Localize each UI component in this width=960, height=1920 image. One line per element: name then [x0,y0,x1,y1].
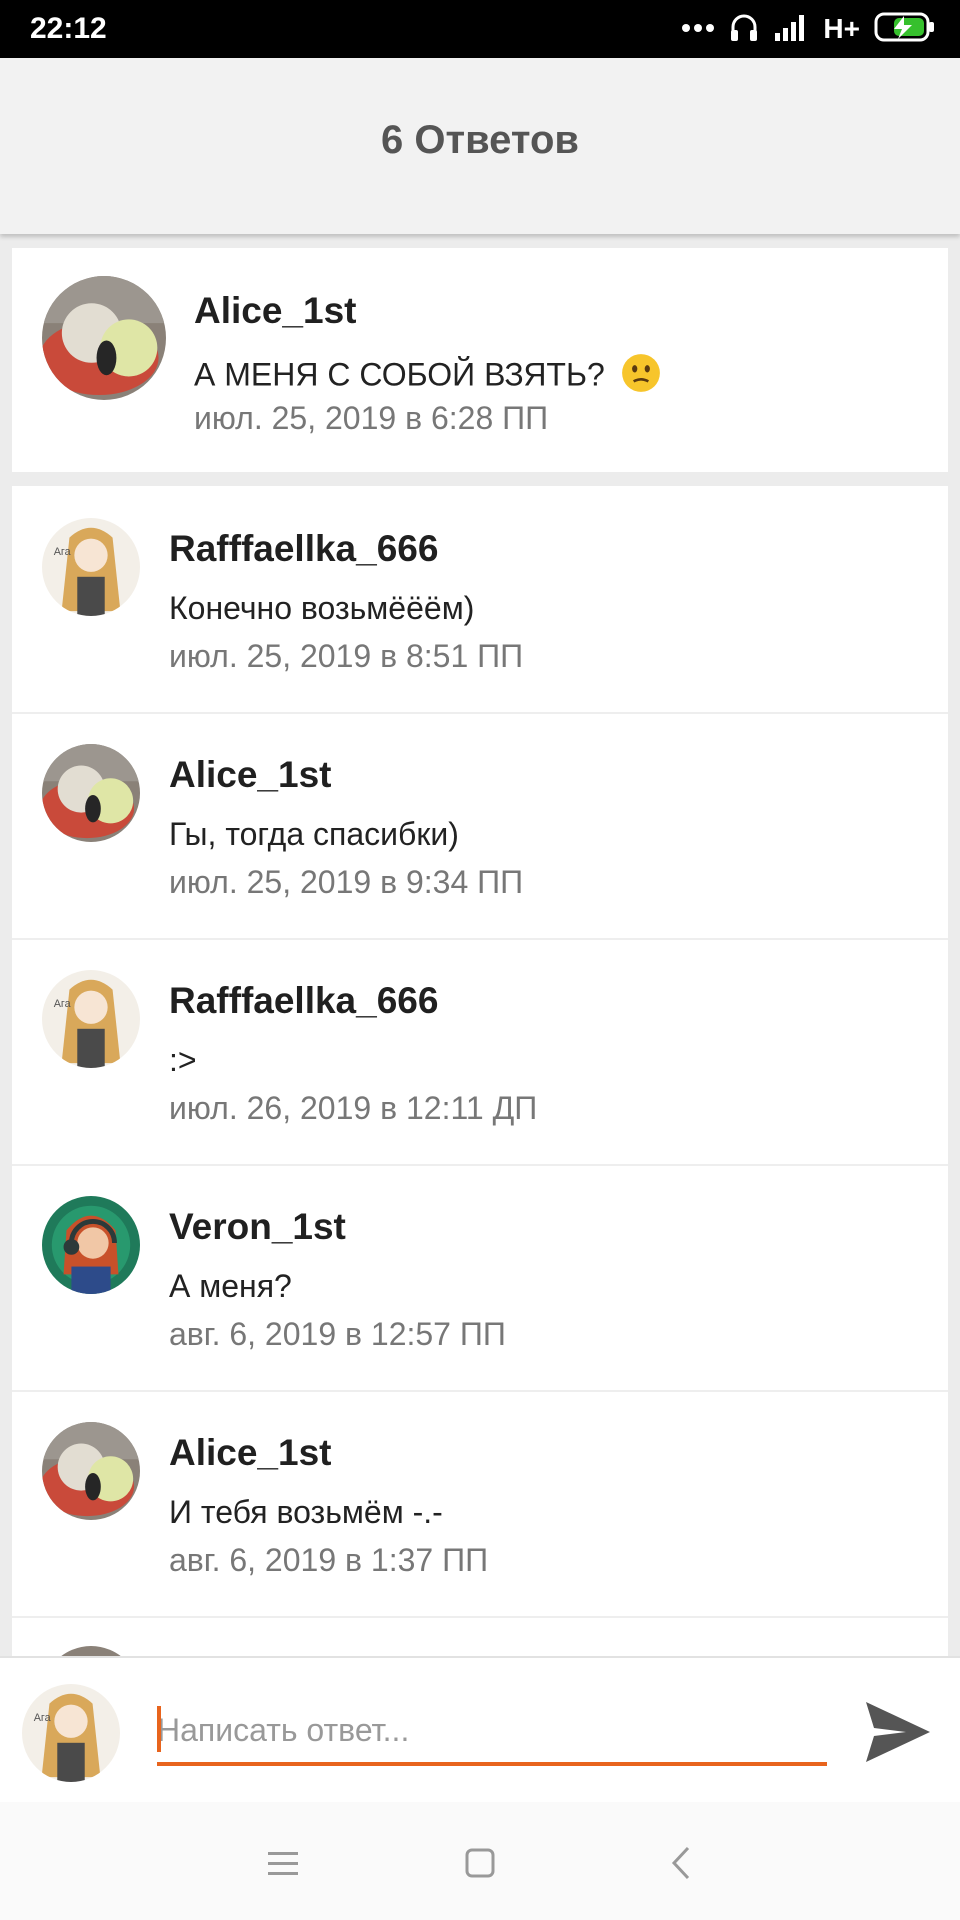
ice-cream-avatar[interactable] [42,1422,140,1520]
page-title: 6 Ответов [381,118,579,162]
ice-cream-avatar[interactable] [42,744,140,842]
home-icon[interactable] [455,1838,505,1888]
list-item: Ага Rafffaellka_666 Конечно возьмёёём) и… [12,486,948,714]
original-comment: Alice_1st А МЕНЯ С СОБОЙ ВЗЯТЬ? июл. 25,… [12,248,948,472]
list-item: Alice_1st Гы, тогда спасибки) июл. 25, 2… [12,712,948,940]
status-bar: 22:12 H+ [0,0,960,58]
network-type: H+ [823,13,860,44]
comment-text: Гы, тогда спасибки) [169,816,459,852]
reply-composer: Ага [0,1656,960,1804]
reply-input[interactable] [157,1698,827,1766]
svg-text:Ага: Ага [54,998,71,1010]
list-item [12,1616,948,1656]
current-user-avatar[interactable]: Ага [22,1684,120,1782]
battery-charging-icon [874,12,936,47]
comment-text-content: А МЕНЯ С СОБОЙ ВЗЯТЬ? [194,356,605,393]
list-item: Ага Rafffaellka_666 :> июл. 26, 2019 в 1… [12,938,948,1166]
author-name[interactable]: Alice_1st [169,1432,332,1474]
svg-text:Ага: Ага [54,546,71,558]
author-name[interactable]: Alice_1st [194,290,357,332]
system-nav-bar [0,1802,960,1920]
menu-icon[interactable] [258,1838,308,1888]
comment-timestamp: июл. 25, 2019 в 6:28 ПП [194,400,549,436]
status-time: 22:12 [30,12,107,45]
confused-face-emoji [620,352,662,402]
comment-timestamp: авг. 6, 2019 в 1:37 ПП [169,1542,489,1578]
back-icon[interactable] [658,1838,708,1888]
comment-timestamp: июл. 25, 2019 в 9:34 ПП [169,864,524,900]
send-icon [866,1702,930,1762]
author-name[interactable]: Rafffaellka_666 [169,528,438,570]
ice-cream-avatar[interactable] [42,276,166,400]
svg-text:Ага: Ага [34,1712,51,1724]
top-app-bar: 6 Ответов [0,58,960,234]
send-button[interactable] [862,1696,934,1768]
comment-timestamp: июл. 25, 2019 в 8:51 ПП [169,638,524,674]
comment-text: :> [169,1042,197,1078]
headphones-icon [729,11,759,48]
list-item: Alice_1st И тебя возьмём -.- авг. 6, 201… [12,1390,948,1618]
anime-girl-avatar[interactable]: Ага [42,518,140,616]
text-cursor [157,1706,161,1752]
partial-avatar[interactable] [42,1646,140,1656]
comment-timestamp: июл. 26, 2019 в 12:11 ДП [169,1090,538,1126]
comment-text: А МЕНЯ С СОБОЙ ВЗЯТЬ? [194,352,662,402]
list-item: Veron_1st А меня? авг. 6, 2019 в 12:57 П… [12,1164,948,1392]
status-icons: H+ [681,10,936,48]
comment-text: Конечно возьмёёём) [169,590,475,626]
headphones-girl-avatar[interactable] [42,1196,140,1294]
more-dots-icon [681,20,715,38]
comment-text: А меня? [169,1268,292,1304]
anime-girl-avatar[interactable]: Ага [42,970,140,1068]
author-name[interactable]: Rafffaellka_666 [169,980,438,1022]
author-name[interactable]: Veron_1st [169,1206,346,1248]
comment-timestamp: авг. 6, 2019 в 12:57 ПП [169,1316,506,1352]
replies-list: Ага Rafffaellka_666 Конечно возьмёёём) и… [12,486,948,1656]
signal-icon [773,13,809,46]
author-name[interactable]: Alice_1st [169,754,332,796]
comment-text: И тебя возьмём -.- [169,1494,443,1530]
